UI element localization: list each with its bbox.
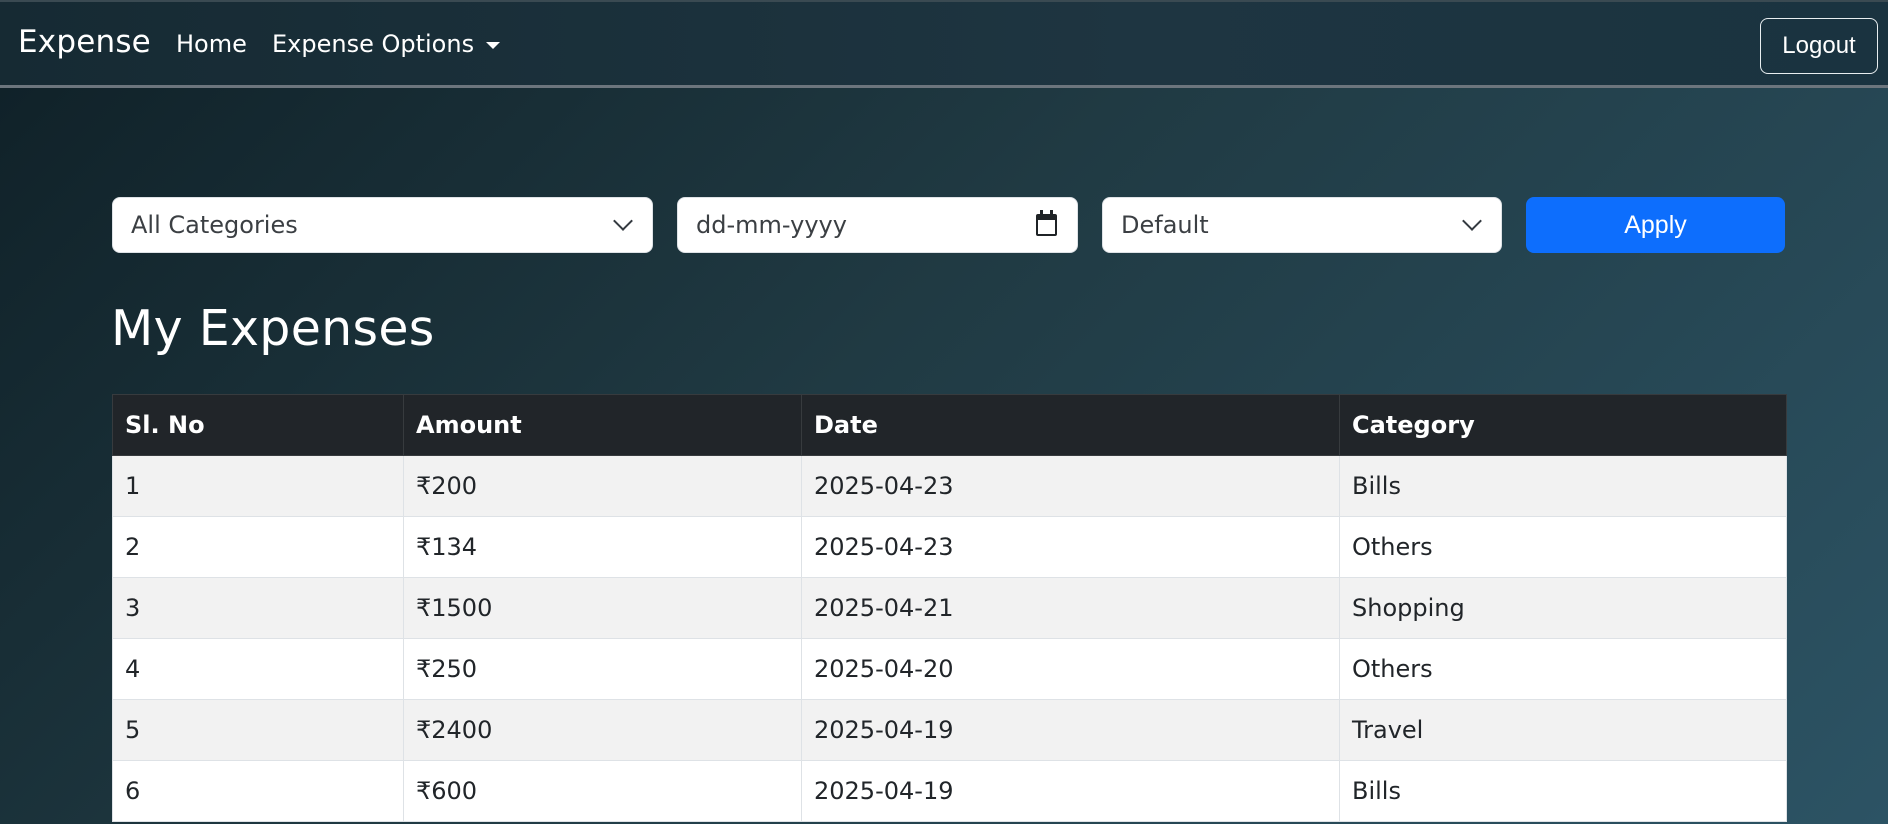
cell-category: Others: [1339, 638, 1787, 700]
cell-date: 2025-04-19: [801, 760, 1340, 822]
dropdown-caret-icon: [486, 41, 501, 49]
cell-date: 2025-04-21: [801, 577, 1340, 639]
brand-logo[interactable]: Expense: [18, 24, 151, 60]
column-header-amount: Amount: [403, 394, 802, 456]
chevron-down-icon: [613, 211, 633, 231]
table-row: 6 ₹600 2025-04-19 Bills: [112, 760, 1787, 822]
cell-amount: ₹1500: [403, 577, 802, 639]
cell-date: 2025-04-23: [801, 516, 1340, 578]
cell-category: Bills: [1339, 760, 1787, 822]
cell-category: Bills: [1339, 455, 1787, 517]
cell-sl-no: 6: [112, 760, 404, 822]
cell-amount: ₹200: [403, 455, 802, 517]
nav-expense-options-dropdown[interactable]: Expense Options: [272, 30, 501, 58]
category-select[interactable]: All Categories: [112, 197, 653, 253]
cell-sl-no: 4: [112, 638, 404, 700]
table-header-row: Sl. No Amount Date Category: [112, 394, 1787, 456]
date-input-placeholder: dd-mm-yyyy: [696, 211, 847, 239]
cell-category: Others: [1339, 516, 1787, 578]
nav-expense-options-label: Expense Options: [272, 30, 475, 58]
cell-sl-no: 2: [112, 516, 404, 578]
cell-amount: ₹250: [403, 638, 802, 700]
page-title: My Expenses: [111, 300, 435, 357]
cell-sl-no: 3: [112, 577, 404, 639]
cell-sl-no: 1: [112, 455, 404, 517]
cell-amount: ₹600: [403, 760, 802, 822]
expenses-table: Sl. No Amount Date Category 1 ₹200 2025-…: [112, 394, 1787, 822]
cell-amount: ₹134: [403, 516, 802, 578]
cell-date: 2025-04-23: [801, 455, 1340, 517]
category-select-value: All Categories: [131, 211, 298, 239]
cell-category: Shopping: [1339, 577, 1787, 639]
table-row: 5 ₹2400 2025-04-19 Travel: [112, 699, 1787, 761]
expenses-table-container: Sl. No Amount Date Category 1 ₹200 2025-…: [112, 394, 1787, 822]
calendar-icon[interactable]: [1036, 210, 1057, 236]
table-row: 3 ₹1500 2025-04-21 Shopping: [112, 577, 1787, 639]
nav-home-link[interactable]: Home: [176, 30, 247, 58]
sort-select-value: Default: [1121, 211, 1209, 239]
column-header-date: Date: [801, 394, 1340, 456]
logout-button[interactable]: Logout: [1760, 18, 1878, 74]
table-row: 1 ₹200 2025-04-23 Bills: [112, 455, 1787, 517]
table-row: 4 ₹250 2025-04-20 Others: [112, 638, 1787, 700]
column-header-category: Category: [1339, 394, 1787, 456]
chevron-down-icon: [1462, 211, 1482, 231]
cell-category: Travel: [1339, 699, 1787, 761]
cell-sl-no: 5: [112, 699, 404, 761]
sort-select[interactable]: Default: [1102, 197, 1502, 253]
cell-date: 2025-04-19: [801, 699, 1340, 761]
table-row: 2 ₹134 2025-04-23 Others: [112, 516, 1787, 578]
top-navbar: Expense Home Expense Options Logout: [0, 0, 1888, 88]
column-header-sl-no: Sl. No: [112, 394, 404, 456]
apply-button[interactable]: Apply: [1526, 197, 1785, 253]
date-input[interactable]: dd-mm-yyyy: [677, 197, 1078, 253]
cell-amount: ₹2400: [403, 699, 802, 761]
cell-date: 2025-04-20: [801, 638, 1340, 700]
